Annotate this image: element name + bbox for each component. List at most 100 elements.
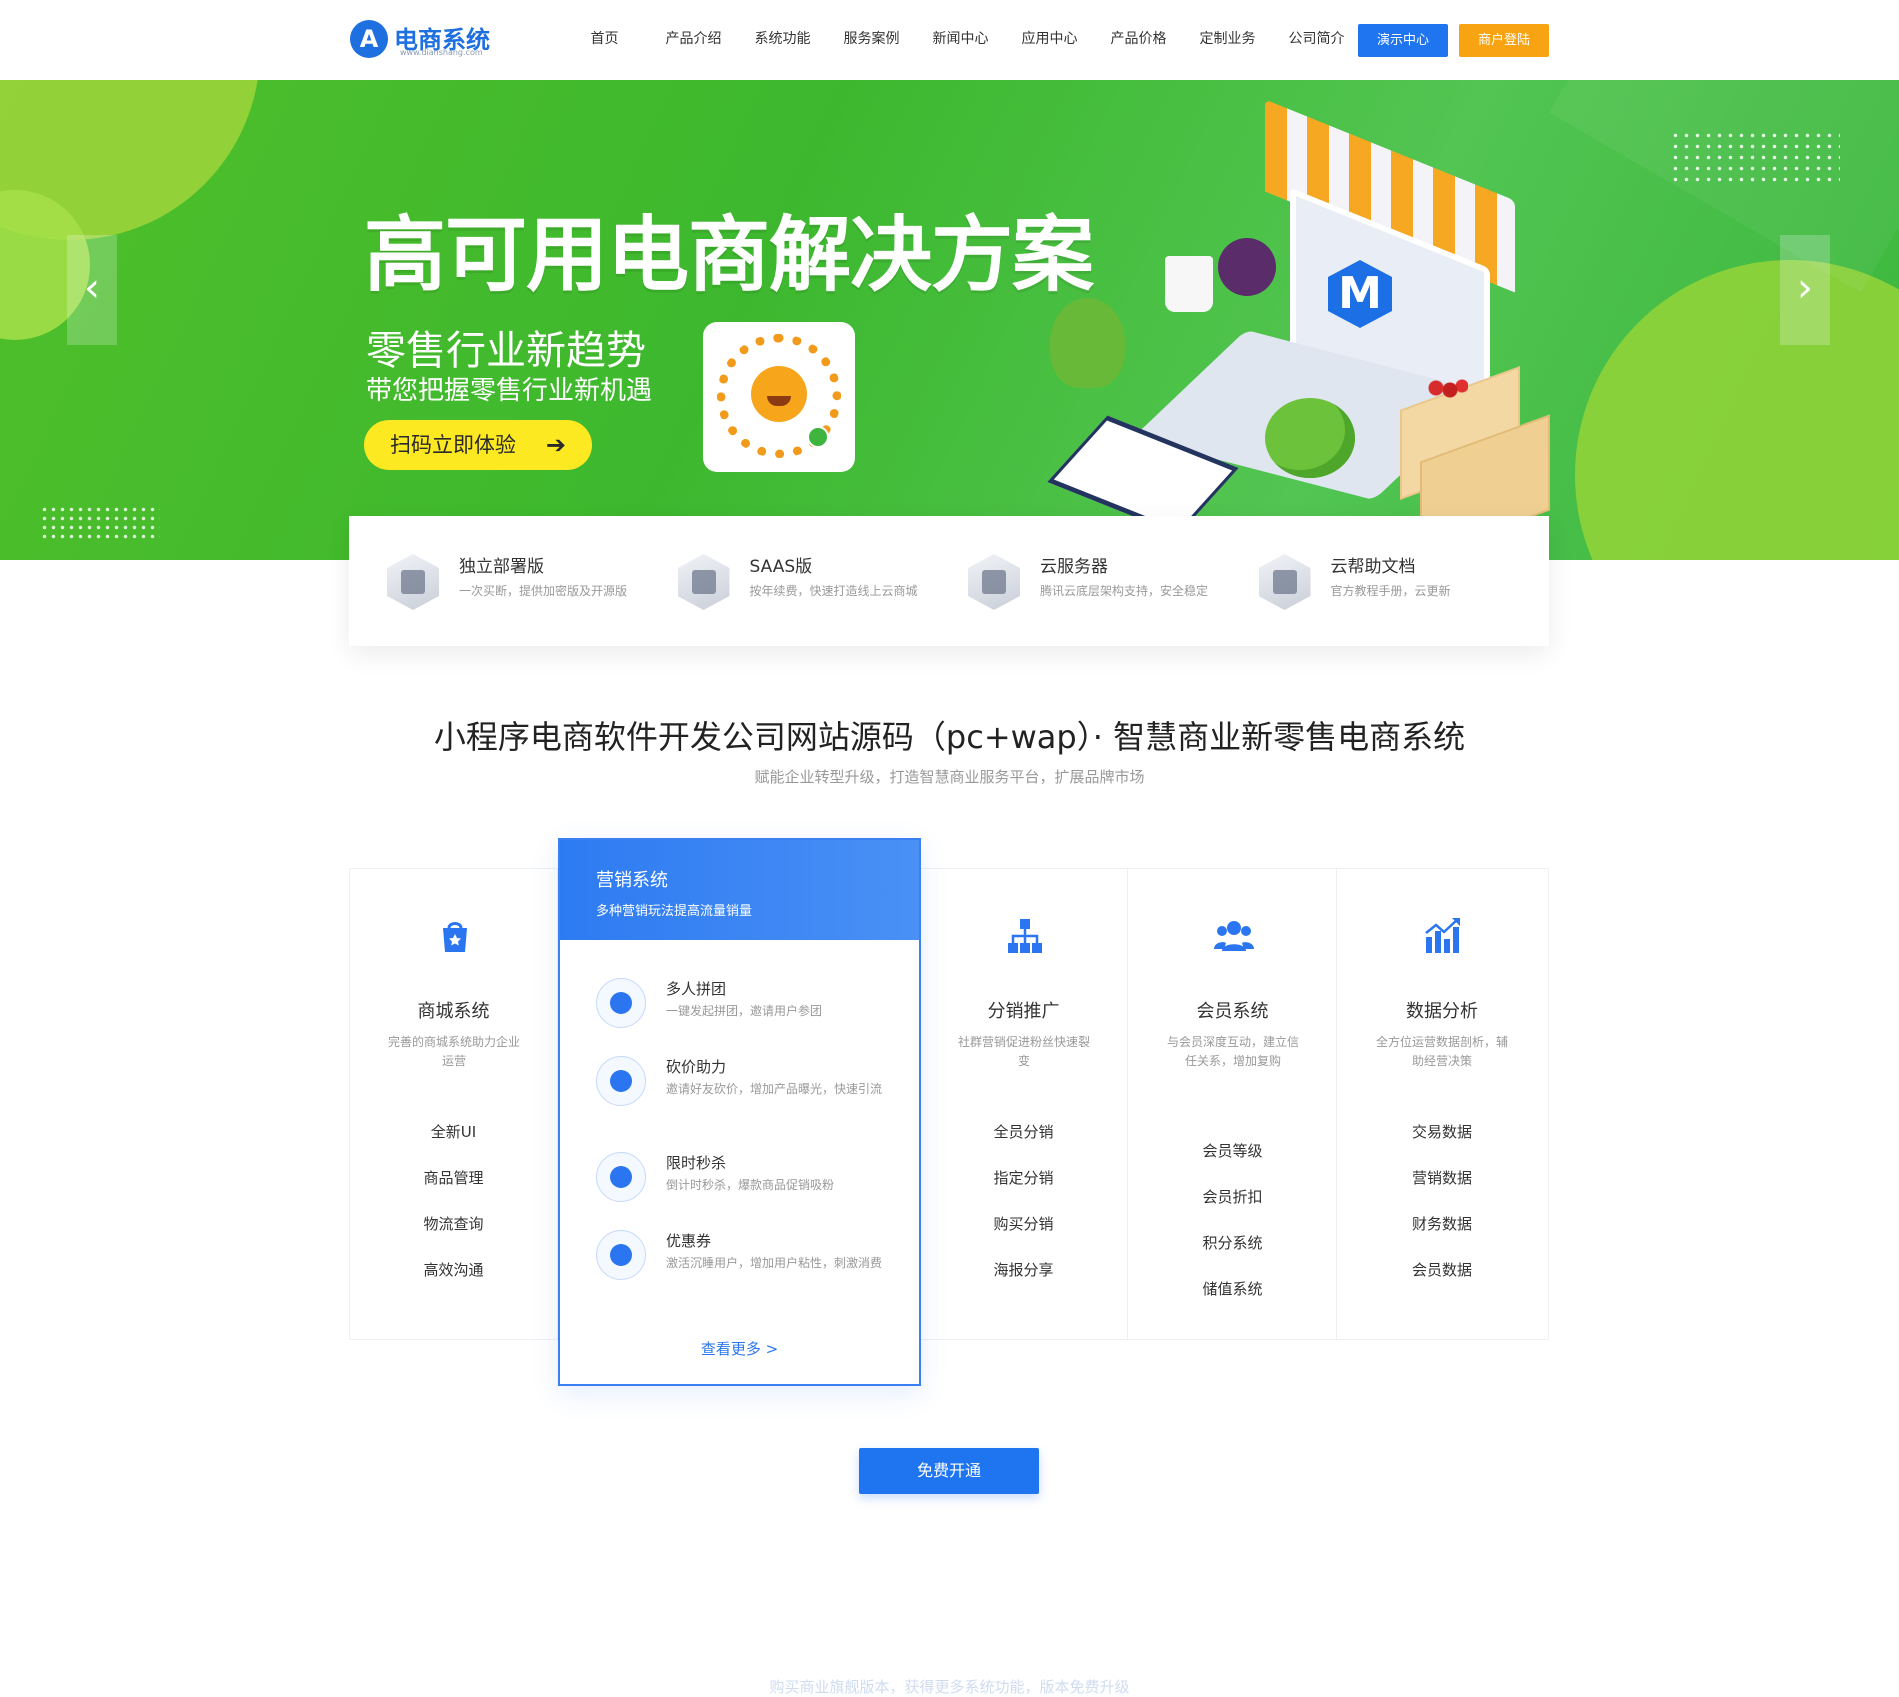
free-signup-button[interactable]: 免费开通 [859, 1448, 1039, 1494]
view-more-link[interactable]: 查看更多 > [560, 1338, 919, 1359]
banner-title: 高可用电商解决方案 [364, 208, 1094, 303]
list-item[interactable]: 财务数据 [1338, 1213, 1546, 1259]
coffee-cup-illustration [1165, 256, 1213, 312]
version-title: 云服务器 [1040, 557, 1108, 577]
merchant-login-button[interactable]: 商户登陆 [1459, 24, 1549, 57]
demo-center-button[interactable]: 演示中心 [1358, 24, 1448, 57]
marketing-item-name: 优惠券 [666, 1232, 712, 1250]
chevron-right-icon: › [1797, 265, 1813, 311]
main-nav: 首页 产品介绍 系统功能 服务案例 新闻中心 应用中心 产品价格 定制业务 公司… [560, 28, 1361, 48]
carousel-next-button[interactable]: › [1780, 235, 1830, 345]
version-desc: 腾讯云底层架构支持，安全稳定 [1040, 584, 1209, 598]
version-saas[interactable]: SAAS版 按年续费，快速打造线上云商城 [677, 516, 969, 646]
marketing-subtitle: 多种营销玩法提高流量销量 [596, 904, 753, 919]
nav-item-home[interactable]: 首页 [560, 28, 649, 48]
version-desc: 按年续费，快速打造线上云商城 [749, 584, 918, 598]
nav-item-apps[interactable]: 应用中心 [1005, 28, 1094, 48]
marketing-item-desc: 激活沉睡用户，增加用户粘性，刺激消费 [666, 1256, 883, 1270]
decor-circle [1575, 260, 1899, 560]
orange-mascot-icon [751, 366, 807, 422]
version-standalone[interactable]: 独立部署版 一次买断，提供加密版及开源版 [387, 516, 678, 646]
logo-subtext: www.dianshang.com [400, 48, 483, 57]
feature-desc: 全方位运营数据剖析，辅助经营决策 [1375, 1035, 1508, 1068]
marketing-item-name: 限时秒杀 [666, 1154, 727, 1172]
list-item[interactable]: 营销数据 [1338, 1167, 1546, 1213]
marketing-title: 营销系统 [596, 870, 668, 891]
list-item[interactable]: 会员折扣 [1129, 1186, 1336, 1232]
nav-item-products[interactable]: 产品介绍 [649, 28, 738, 48]
version-help-docs[interactable]: 云帮助文档 官方教程手册，云更新 [1258, 516, 1550, 646]
decor-shape [1549, 80, 1899, 293]
version-title: SAAS版 [749, 557, 813, 577]
feature-title: 数据分析 [1406, 1001, 1478, 1022]
carousel-prev-button[interactable]: ‹ [67, 235, 117, 345]
feature-grid: 商城系统 完善的商城系统助力企业运营 全新UI 商品管理 物流查询 高效沟通 分… [349, 868, 1549, 1340]
tag-icon [596, 1056, 646, 1106]
upgrade-note: 购买商业旗舰版本，获得更多系统功能，版本免费升级 [769, 1678, 1130, 1696]
shop-illustration: M [1010, 99, 1570, 558]
list-item[interactable]: 指定分销 [920, 1167, 1127, 1213]
shopping-bag-icon [434, 915, 476, 957]
feature-list: 全员分销 指定分销 购买分销 海报分享 [920, 1121, 1127, 1305]
nav-item-news[interactable]: 新闻中心 [916, 28, 1005, 48]
nav-item-custom[interactable]: 定制业务 [1183, 28, 1272, 48]
version-cloud-server[interactable]: 云服务器 腾讯云底层架构支持，安全稳定 [968, 516, 1259, 646]
marketing-item-group-buy[interactable]: 多人拼团 一键发起拼团，邀请用户参团 [596, 978, 896, 1048]
cta-label: 扫码立即体验 [390, 433, 516, 457]
list-item[interactable]: 全新UI [350, 1121, 557, 1167]
list-item[interactable]: 储值系统 [1129, 1278, 1336, 1324]
list-item[interactable]: 会员等级 [1129, 1140, 1336, 1186]
marketing-item-flash-sale[interactable]: 限时秒杀 倒计时秒杀，爆款商品促销吸粉 [596, 1152, 896, 1222]
feature-column-analytics: 数据分析 全方位运营数据剖析，辅助经营决策 交易数据 营销数据 财务数据 会员数… [1338, 869, 1546, 1339]
group-icon [596, 978, 646, 1028]
feature-title: 会员系统 [1196, 1001, 1269, 1022]
saas-cloud-icon [677, 554, 730, 610]
marketing-card-header: 营销系统 多种营销玩法提高流量销量 [560, 840, 919, 940]
mangosteen-illustration [1218, 238, 1276, 296]
feature-title: 商城系统 [417, 1001, 490, 1022]
lettuce-illustration [1050, 298, 1125, 388]
cherries-illustration [1428, 378, 1468, 400]
cabbage-illustration [1265, 398, 1355, 478]
list-item[interactable]: 全员分销 [920, 1121, 1127, 1167]
coupon-icon [596, 1230, 646, 1280]
arrow-right-icon: ➔ [545, 431, 566, 459]
list-item[interactable]: 购买分销 [920, 1213, 1127, 1259]
org-chart-icon [1004, 915, 1046, 957]
site-logo[interactable]: A 电商系统 www.dianshang.com [350, 18, 500, 62]
version-title: 云帮助文档 [1330, 557, 1416, 577]
marketing-item-name: 砍价助力 [666, 1058, 727, 1076]
feature-desc: 完善的商城系统助力企业运营 [387, 1035, 520, 1068]
feature-column-mall: 商城系统 完善的商城系统助力企业运营 全新UI 商品管理 物流查询 高效沟通 [350, 869, 558, 1339]
marketing-item-coupon[interactable]: 优惠券 激活沉睡用户，增加用户粘性，刺激消费 [596, 1230, 896, 1300]
scan-experience-button[interactable]: 扫码立即体验 ➔ [364, 420, 592, 470]
marketing-item-desc: 倒计时秒杀，爆款商品促销吸粉 [666, 1178, 835, 1192]
feature-column-distribution: 分销推广 社群营销促进粉丝快速裂变 全员分销 指定分销 购买分销 海报分享 [920, 869, 1128, 1339]
marketing-item-desc: 邀请好友砍价，增加产品曝光，快速引流 [666, 1082, 883, 1096]
nav-item-about[interactable]: 公司简介 [1272, 28, 1361, 48]
list-item[interactable]: 物流查询 [350, 1213, 557, 1259]
chevron-left-icon: ‹ [84, 265, 100, 311]
nav-item-cases[interactable]: 服务案例 [827, 28, 916, 48]
lightning-icon [596, 1152, 646, 1202]
mini-program-qr-code [703, 322, 855, 472]
decor-dots [1670, 130, 1840, 186]
feature-title: 分销推广 [987, 1001, 1060, 1022]
nav-item-features[interactable]: 系统功能 [738, 28, 827, 48]
nav-item-pricing[interactable]: 产品价格 [1094, 28, 1183, 48]
marketing-item-desc: 一键发起拼团，邀请用户参团 [666, 1004, 823, 1018]
chart-growth-icon [1422, 915, 1464, 957]
list-item[interactable]: 高效沟通 [350, 1259, 557, 1305]
document-icon [1258, 554, 1311, 610]
list-item[interactable]: 商品管理 [350, 1167, 557, 1213]
feature-column-members: 会员系统 与会员深度互动，建立信任关系，增加复购 会员等级 会员折扣 积分系统 … [1129, 869, 1337, 1339]
list-item[interactable]: 海报分享 [920, 1259, 1127, 1305]
code-cube-icon [387, 554, 439, 610]
list-item[interactable]: 积分系统 [1129, 1232, 1336, 1278]
banner-subtitle: 零售行业新趋势 [366, 328, 646, 374]
feature-desc: 社群营销促进粉丝快速裂变 [957, 1035, 1090, 1068]
marketing-item-bargain[interactable]: 砍价助力 邀请好友砍价，增加产品曝光，快速引流 [596, 1056, 896, 1126]
feature-list: 会员等级 会员折扣 积分系统 储值系统 [1129, 1140, 1336, 1324]
list-item[interactable]: 交易数据 [1338, 1121, 1546, 1167]
list-item[interactable]: 会员数据 [1338, 1259, 1546, 1305]
